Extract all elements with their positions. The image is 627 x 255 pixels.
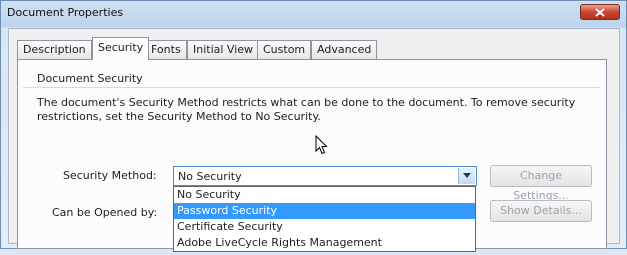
dropdown-arrow-button[interactable] [458, 168, 475, 184]
tab-security[interactable]: Security [92, 37, 150, 60]
security-method-dropdown-list: No Security Password Security Certificat… [173, 186, 476, 252]
group-title: Document Security [37, 72, 143, 85]
security-description: The document's Security Method restricts… [37, 96, 576, 123]
security-method-value: No Security [178, 170, 242, 183]
security-method-label: Security Method: [63, 169, 157, 182]
mouse-cursor-icon [315, 135, 328, 155]
security-method-select[interactable]: No Security [173, 166, 477, 186]
document-security-group: Document Security The document's Securit… [23, 65, 600, 255]
group-divider [23, 87, 600, 88]
tab-custom[interactable]: Custom [257, 40, 312, 59]
option-password-security[interactable]: Password Security [174, 203, 475, 219]
change-settings-button[interactable]: Change Settings... [490, 165, 592, 202]
option-certificate-security[interactable]: Certificate Security [174, 219, 475, 235]
dialog-body: Description Security Fonts Initial View … [8, 28, 620, 252]
option-no-security[interactable]: No Security [174, 187, 475, 203]
show-details-button[interactable]: Show Details... [490, 200, 592, 222]
tab-advanced[interactable]: Advanced [311, 40, 378, 59]
tab-initial-view[interactable]: Initial View [187, 40, 260, 59]
close-button[interactable] [580, 4, 620, 20]
document-properties-window: Document Properties Description Security… [0, 0, 627, 252]
tab-description[interactable]: Description [17, 40, 92, 59]
tab-fonts[interactable]: Fonts [145, 40, 187, 59]
chevron-down-icon [463, 173, 471, 178]
window-title: Document Properties [7, 6, 124, 19]
close-icon [595, 8, 605, 17]
can-be-opened-label: Can be Opened by: [52, 206, 158, 219]
security-panel: Document Security The document's Securit… [17, 59, 607, 252]
